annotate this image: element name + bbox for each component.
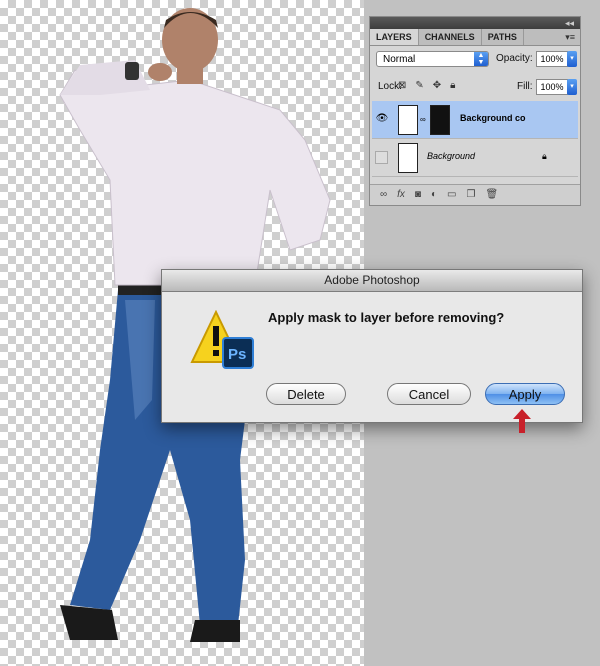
lock-move-icon[interactable]: ✥ — [433, 80, 441, 91]
select-arrows-icon: ▲ ▼ — [474, 52, 488, 66]
link-icon[interactable]: ∞ — [380, 185, 387, 205]
layer-mask-thumbnail[interactable] — [430, 105, 450, 135]
layer-row-background[interactable]: Background 🔒︎ — [372, 139, 578, 177]
annotation-arrow-up-icon — [513, 409, 531, 433]
panel-titlebar: ◂◂ — [370, 17, 580, 29]
dialog-title: Adobe Photoshop — [162, 270, 582, 292]
delete-button[interactable]: Delete — [266, 383, 346, 405]
opacity-input[interactable]: 100% — [536, 51, 568, 67]
lock-transparent-icon[interactable]: ⊠ — [398, 80, 406, 91]
opacity-dropdown-icon[interactable]: ▾ — [567, 51, 577, 67]
layer-thumbnail — [398, 143, 418, 173]
opacity-label: Opacity: — [496, 53, 533, 64]
panel-footer: ∞ fx ◙ ◐ ▭ ❐ 🗑︎ — [370, 184, 580, 205]
collapse-icon[interactable]: ◂◂ — [565, 17, 574, 29]
apply-button[interactable]: Apply — [485, 383, 565, 405]
blend-mode-select[interactable]: Normal ▲ ▼ — [376, 51, 489, 67]
tab-layers[interactable]: LAYERS — [370, 29, 419, 45]
layer-thumbnail — [398, 105, 418, 135]
lock-brush-icon[interactable]: ✎ — [415, 80, 423, 91]
eye-icon[interactable]: 👁︎ — [375, 112, 389, 126]
blend-mode-value: Normal — [383, 54, 416, 65]
trash-icon[interactable]: 🗑︎ — [485, 185, 498, 205]
tab-channels[interactable]: CHANNELS — [419, 29, 482, 45]
fill-dropdown-icon[interactable]: ▾ — [567, 79, 577, 95]
add-mask-icon[interactable]: ◙ — [415, 185, 421, 205]
layers-panel: ◂◂ LAYERS CHANNELS PATHS ▾≡ Normal ▲ ▼ Op… — [369, 16, 581, 206]
fill-label: Fill: — [517, 81, 533, 92]
lock-icon: 🔒︎ — [542, 151, 547, 161]
lock-all-icon[interactable]: 🔒︎ — [450, 80, 455, 91]
alert-dialog: Adobe Photoshop Ps Apply mask to layer b… — [161, 269, 583, 423]
fill-input[interactable]: 100% — [536, 79, 568, 95]
folder-icon[interactable]: ▭ — [447, 185, 456, 205]
tab-paths[interactable]: PATHS — [482, 29, 524, 45]
chain-link-icon[interactable]: ∞ — [420, 115, 426, 124]
adjustment-icon[interactable]: ◐ — [431, 185, 437, 205]
panel-tabs: LAYERS CHANNELS PATHS ▾≡ — [370, 29, 580, 46]
warning-photoshop-icon: Ps — [190, 310, 254, 369]
svg-text:Ps: Ps — [228, 346, 246, 363]
visibility-toggle[interactable] — [375, 151, 388, 164]
cancel-button[interactable]: Cancel — [387, 383, 471, 405]
fx-icon[interactable]: fx — [397, 185, 405, 205]
dialog-message: Apply mask to layer before removing? — [268, 310, 505, 325]
layer-row-background-copy[interactable]: 👁︎ ∞ Background co — [372, 101, 578, 139]
layer-name: Background co — [460, 113, 526, 123]
new-layer-icon[interactable]: ❐ — [466, 185, 475, 205]
layer-name: Background — [427, 151, 476, 161]
panel-menu-icon[interactable]: ▾≡ — [565, 29, 575, 45]
